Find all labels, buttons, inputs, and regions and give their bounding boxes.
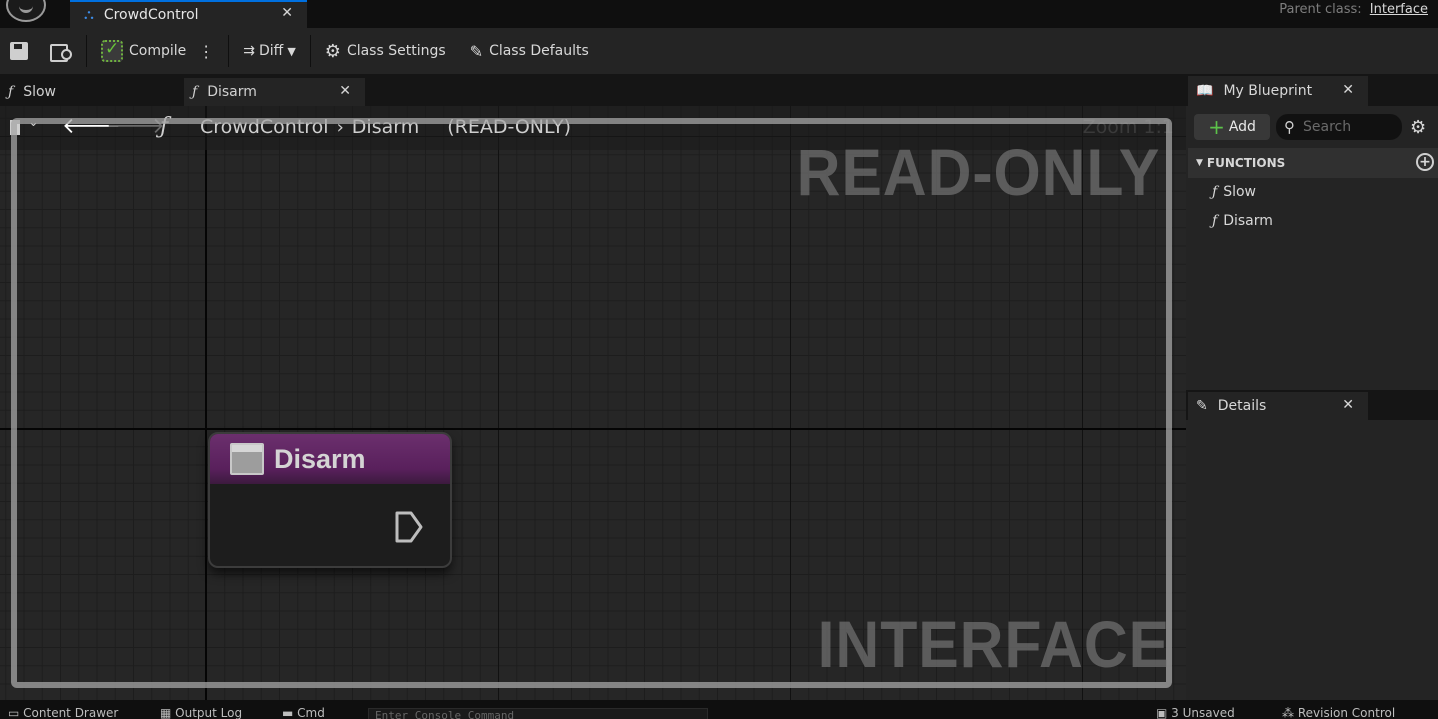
function-icon: ƒ — [192, 84, 198, 100]
gear-icon[interactable]: ⚙ — [1410, 117, 1426, 138]
functions-category[interactable]: ▼ FUNCTIONS + — [1188, 148, 1438, 178]
toolbar-divider — [309, 35, 311, 67]
revision-control-label: Revision Control — [1297, 706, 1396, 719]
graph-editor[interactable]: ⌄ 🡐 🡒 ƒ CrowdControl › Disarm (READ-ONLY… — [0, 106, 1186, 700]
close-icon[interactable]: ✕ — [1342, 397, 1354, 413]
blueprint-interface-icon: ⛬ — [84, 7, 94, 23]
search-icon: ⚲ — [1284, 118, 1295, 136]
chevron-down-icon: ▼ — [287, 44, 296, 58]
tab-my-blueprint[interactable]: 📖 My Blueprint ✕ — [1188, 76, 1368, 106]
compile-button[interactable]: Compile ⋮ — [95, 36, 220, 66]
class-defaults-button[interactable]: ✎ Class Defaults — [464, 36, 595, 66]
my-blueprint-panel: + Add ⚲ Search ⚙ ▼ FUNCTIONS + ƒ Slow ƒ … — [1186, 106, 1438, 390]
output-log-button[interactable]: ▦ Output Log — [160, 706, 242, 719]
tab-slow[interactable]: ƒ Slow — [0, 78, 180, 106]
cmd-button[interactable]: ▬ Cmd — [282, 706, 325, 719]
function-label: Disarm — [1223, 213, 1273, 229]
close-icon[interactable]: ✕ — [281, 5, 293, 21]
title-bar: ⛬ CrowdControl ✕ Parent class: Interface — [0, 0, 1438, 28]
content-drawer-button[interactable]: ▭ Content Drawer — [8, 706, 118, 719]
toolbar-divider — [86, 35, 87, 67]
tab-label: My Blueprint — [1223, 83, 1313, 99]
console-command-input[interactable]: Enter Console Command — [368, 708, 708, 719]
cmd-label: Cmd — [297, 706, 325, 719]
details-tab-strip: ✎ Details ✕ — [1186, 390, 1438, 420]
details-panel — [1186, 420, 1438, 700]
diff-label: Diff — [259, 43, 284, 59]
exec-pin-icon[interactable] — [394, 510, 424, 544]
function-icon: ƒ — [8, 84, 14, 100]
diff-icon: ⇉ — [243, 43, 255, 59]
function-entry-node[interactable]: Disarm — [208, 432, 452, 568]
parent-class-link[interactable]: Interface — [1370, 2, 1428, 17]
collapse-triangle-icon: ▼ — [1196, 158, 1203, 168]
node-title: Disarm — [274, 443, 366, 474]
add-function-icon[interactable]: + — [1416, 153, 1434, 171]
toolbar-divider — [228, 35, 230, 67]
search-input[interactable]: ⚲ Search — [1276, 114, 1402, 140]
tab-label: Disarm — [207, 84, 257, 100]
close-icon[interactable]: ✕ — [1342, 82, 1354, 98]
plus-icon: + — [1208, 115, 1225, 139]
my-blueprint-toolbar: + Add ⚲ Search ⚙ — [1186, 106, 1438, 148]
parent-class: Parent class: Interface — [1279, 2, 1428, 17]
main-toolbar: Compile ⋮ ⇉ Diff ▼ ⚙ Class Settings ✎ Cl… — [0, 28, 1438, 74]
class-settings-button[interactable]: ⚙ Class Settings — [319, 36, 452, 66]
read-only-watermark: READ-ONLY — [796, 135, 1160, 209]
close-icon[interactable]: ✕ — [339, 83, 351, 99]
content-drawer-label: Content Drawer — [23, 706, 119, 719]
search-placeholder: Search — [1303, 119, 1352, 135]
parent-class-label: Parent class: — [1279, 2, 1362, 17]
output-log-label: Output Log — [175, 706, 243, 719]
gear-icon: ⚙ — [324, 40, 341, 62]
compile-status-icon — [101, 39, 123, 62]
add-button[interactable]: + Add — [1194, 114, 1270, 140]
browse-icon[interactable] — [50, 42, 72, 62]
unreal-logo-icon[interactable] — [6, 0, 46, 22]
add-label: Add — [1228, 119, 1256, 135]
diff-button[interactable]: ⇉ Diff ▼ — [237, 36, 302, 66]
edit-defaults-icon: ✎ — [469, 41, 484, 61]
class-defaults-label: Class Defaults — [489, 43, 589, 59]
function-icon: ƒ — [1212, 184, 1218, 200]
function-label: Slow — [1223, 184, 1256, 200]
unsaved-label: 3 Unsaved — [1171, 706, 1235, 719]
tab-label: Slow — [23, 84, 56, 100]
tab-disarm[interactable]: ƒ Disarm ✕ — [184, 78, 365, 106]
document-tab-crowdcontrol[interactable]: ⛬ CrowdControl ✕ — [70, 0, 307, 28]
my-blueprint-tab-strip: 📖 My Blueprint ✕ — [1186, 74, 1438, 106]
tab-details[interactable]: ✎ Details ✕ — [1188, 392, 1368, 420]
class-settings-label: Class Settings — [346, 43, 446, 59]
function-icon: ƒ — [1212, 213, 1218, 229]
document-tab-label: CrowdControl — [103, 7, 199, 23]
function-item-disarm[interactable]: ƒ Disarm — [1212, 213, 1273, 229]
status-bar: ▭ Content Drawer ▦ Output Log ▬ Cmd Ente… — [0, 700, 1438, 719]
revision-control-button[interactable]: ⁂ Revision Control — [1282, 706, 1395, 719]
save-icon[interactable] — [10, 42, 28, 60]
function-item-slow[interactable]: ƒ Slow — [1212, 184, 1256, 200]
category-label: FUNCTIONS — [1206, 156, 1286, 170]
graph-tab-strip: ƒ Slow ƒ Disarm ✕ — [0, 74, 1186, 106]
details-icon: ✎ — [1196, 398, 1208, 414]
function-node-icon — [230, 443, 264, 475]
compile-label: Compile — [129, 43, 187, 59]
interface-watermark: INTERFACE — [817, 607, 1170, 681]
compile-options-icon[interactable]: ⋮ — [198, 42, 214, 61]
node-header: Disarm — [210, 434, 450, 484]
book-icon: 📖 — [1196, 83, 1214, 99]
unsaved-button[interactable]: ▣ 3 Unsaved — [1156, 706, 1235, 719]
tab-label: Details — [1217, 398, 1267, 414]
